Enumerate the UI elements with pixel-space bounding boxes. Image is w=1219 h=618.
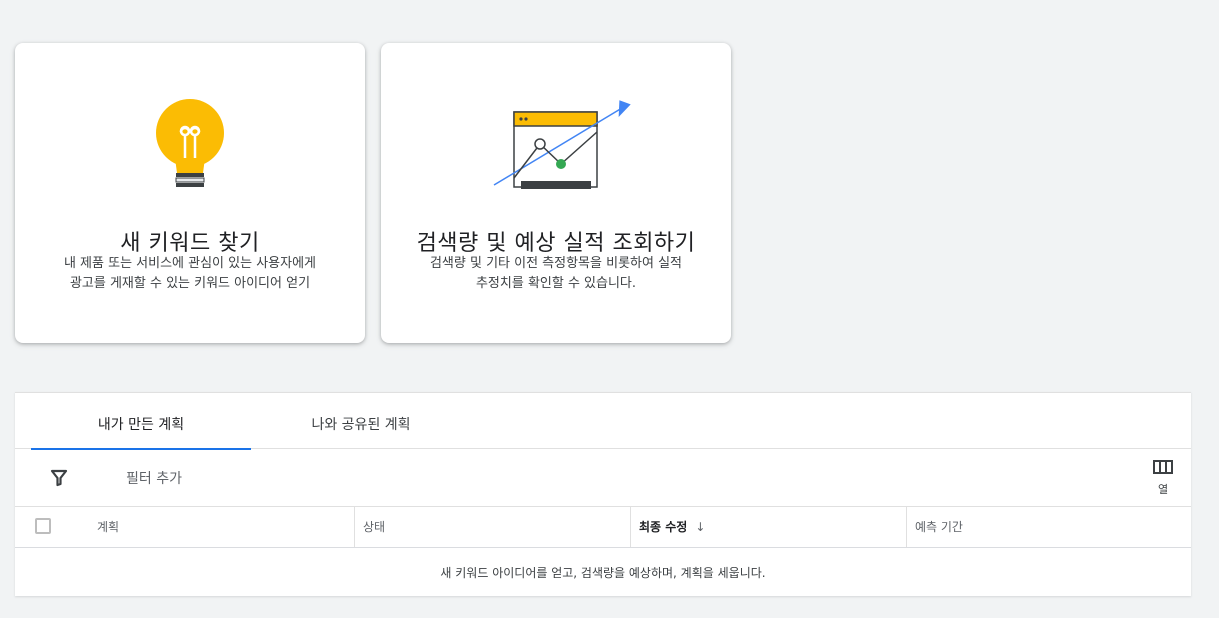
last-modified-label: 최종 수정 xyxy=(639,520,688,534)
forecast-card-title: 검색량 및 예상 실적 조회하기 xyxy=(416,231,696,256)
columns-label: 열 xyxy=(1157,483,1169,496)
columns-icon xyxy=(1153,460,1173,474)
plans-tabs: 내가 만든 계획 나와 공유된 계획 xyxy=(15,393,1191,450)
column-header-forecast-period[interactable]: 예측 기간 xyxy=(906,507,1191,547)
column-header-status[interactable]: 상태 xyxy=(354,507,630,547)
discover-desc-line-2: 광고를 게재할 수 있는 키워드 아이디어 얻기 xyxy=(69,276,311,291)
tab-shared-plans[interactable]: 나와 공유된 계획 xyxy=(251,393,471,449)
forecast-card[interactable]: 검색량 및 예상 실적 조회하기 검색량 및 기타 이전 측정항목을 비롯하여 … xyxy=(381,43,731,343)
discover-card-title: 새 키워드 찾기 xyxy=(120,231,260,256)
tab-my-plans[interactable]: 내가 만든 계획 xyxy=(31,393,251,450)
lightbulb-icon xyxy=(156,99,224,187)
select-all-checkbox[interactable] xyxy=(35,518,51,534)
filter-bar: 필터 추가 열 xyxy=(15,449,1191,507)
forecast-desc-line-1: 검색량 및 기타 이전 측정항목을 비롯하여 실적 xyxy=(429,256,683,271)
filter-icon[interactable] xyxy=(49,468,69,488)
table-header: 계획 상태 최종 수정 ↓ 예측 기간 xyxy=(15,507,1191,548)
arrow-down-icon: ↓ xyxy=(695,520,706,534)
forecast-desc-line-2: 추정치를 확인할 수 있습니다. xyxy=(475,276,637,291)
column-header-last-modified[interactable]: 최종 수정 ↓ xyxy=(630,507,906,547)
forecast-card-description: 검색량 및 기타 이전 측정항목을 비롯하여 실적 추정치를 확인할 수 있습니… xyxy=(401,254,711,294)
add-filter-button[interactable]: 필터 추가 xyxy=(126,468,182,488)
plans-panel: 내가 만든 계획 나와 공유된 계획 필터 추가 열 계획 상태 최종 수정 ↓ … xyxy=(15,392,1191,596)
trend-chart-icon xyxy=(493,100,631,189)
empty-table-message: 새 키워드 아이디어를 얻고, 검색량을 예상하며, 계획을 세웁니다. xyxy=(440,566,766,580)
discover-desc-line-1: 내 제품 또는 서비스에 관심이 있는 사용자에게 xyxy=(63,256,317,271)
column-header-plan[interactable]: 계획 xyxy=(89,507,354,547)
discover-keywords-card[interactable]: 새 키워드 찾기 내 제품 또는 서비스에 관심이 있는 사용자에게 광고를 게… xyxy=(15,43,365,343)
columns-button[interactable]: 열 xyxy=(1145,459,1181,501)
discover-card-description: 내 제품 또는 서비스에 관심이 있는 사용자에게 광고를 게재할 수 있는 키… xyxy=(35,254,345,294)
select-all-cell xyxy=(15,507,79,547)
